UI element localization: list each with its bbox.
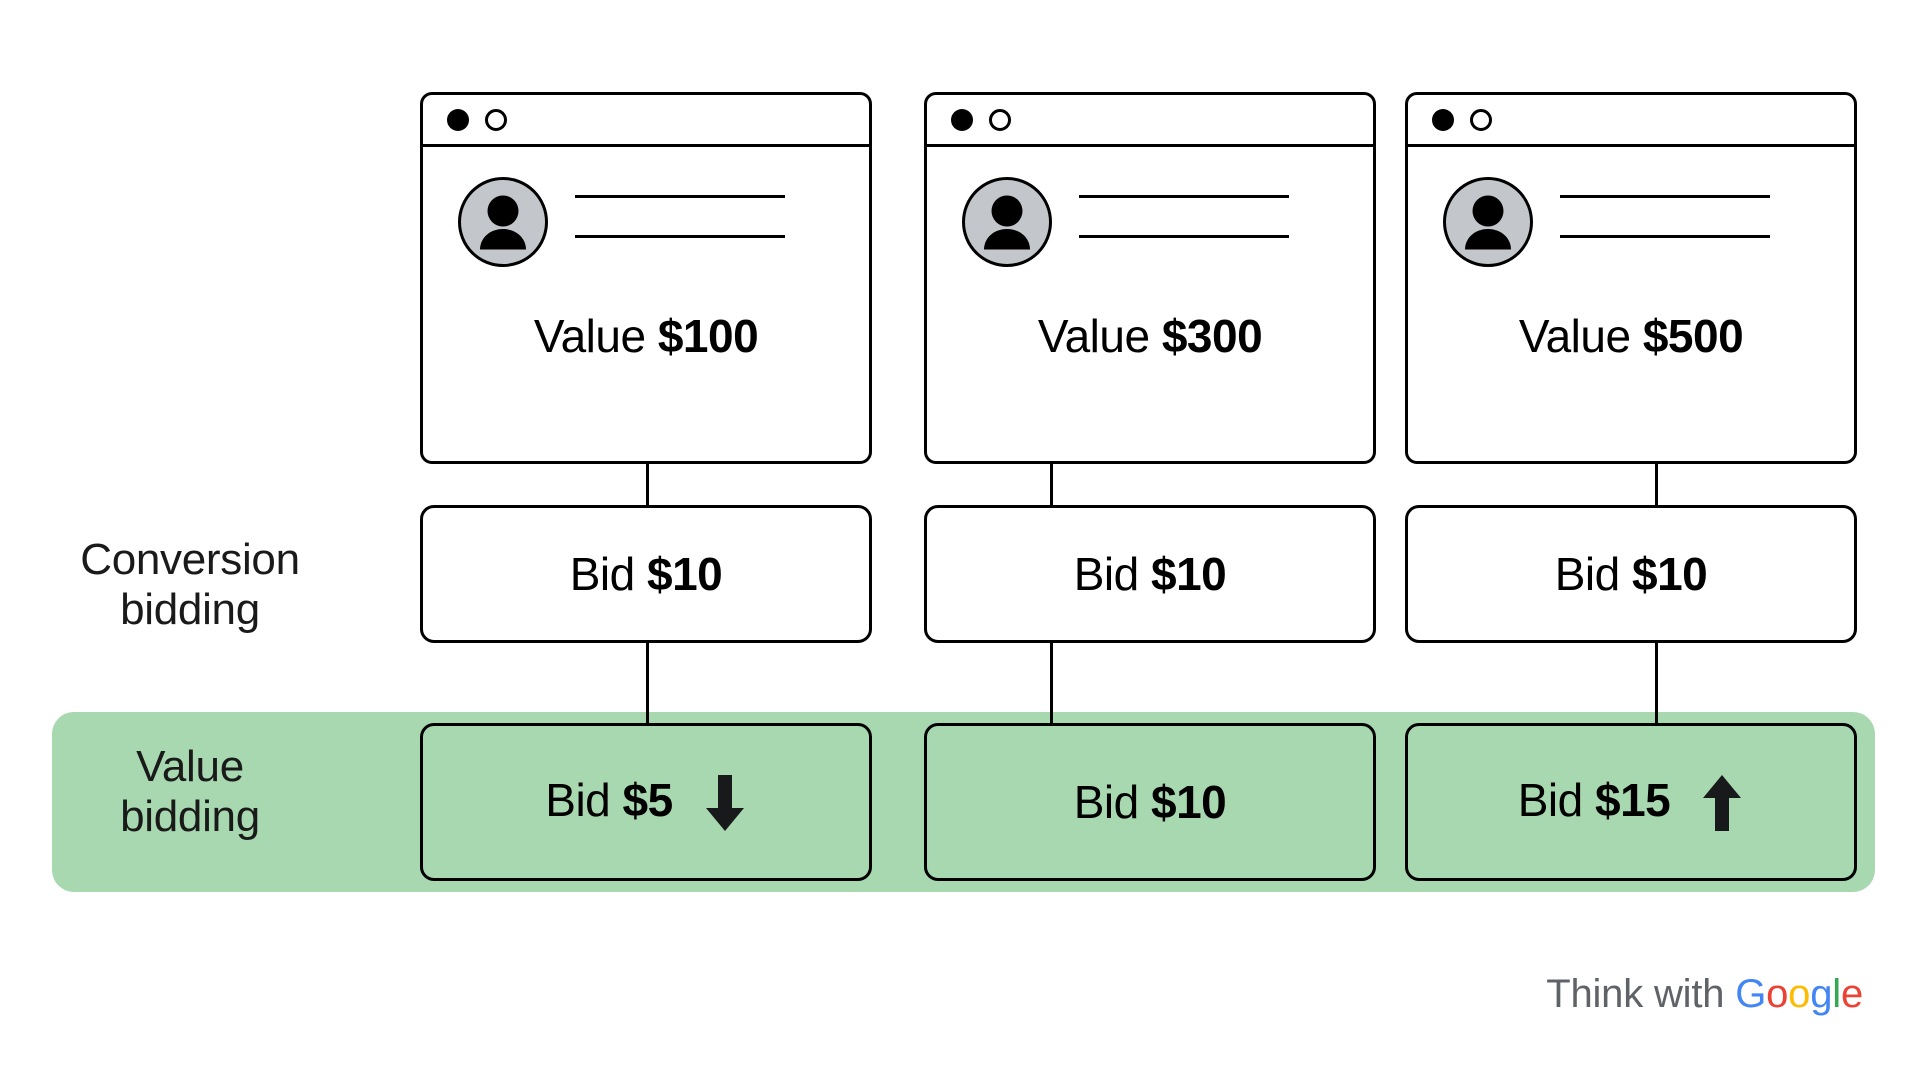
arrow-up-icon xyxy=(1700,775,1744,831)
google-letter-o1: o xyxy=(1766,972,1788,1016)
browser-titlebar-1 xyxy=(423,95,869,147)
browser-body-1: Value $100 xyxy=(423,147,869,461)
customer-card-3: Value $500 xyxy=(1405,92,1857,464)
row-label-value-bidding: Value bidding xyxy=(20,742,360,842)
window-dot-filled-icon xyxy=(1432,109,1454,131)
card-value-prefix: Value xyxy=(1519,310,1643,362)
value-bid-label-3: Bid $15 xyxy=(1518,773,1745,832)
window-dot-filled-icon xyxy=(951,109,973,131)
window-dot-hollow-icon xyxy=(1470,109,1492,131)
bid-amount: $10 xyxy=(1151,776,1226,828)
placeholder-text-lines-1 xyxy=(575,195,785,238)
bid-amount: $15 xyxy=(1595,774,1670,826)
connector-card-to-conversion-bid-1 xyxy=(646,462,649,508)
value-bid-label-1: Bid $5 xyxy=(545,773,746,832)
placeholder-line xyxy=(575,195,785,198)
bid-prefix: Bid xyxy=(1074,548,1151,600)
conversion-bid-box-3: Bid $10 xyxy=(1405,505,1857,643)
bid-prefix: Bid xyxy=(570,548,647,600)
user-avatar-icon xyxy=(962,177,1052,267)
card-value-label-3: Value $500 xyxy=(1408,309,1854,363)
window-dot-filled-icon xyxy=(447,109,469,131)
placeholder-line xyxy=(575,235,785,238)
connector-card-to-conversion-bid-3 xyxy=(1655,462,1658,508)
google-letter-l: l xyxy=(1832,972,1841,1016)
window-dot-hollow-icon xyxy=(989,109,1011,131)
browser-body-3: Value $500 xyxy=(1408,147,1854,461)
placeholder-line xyxy=(1079,235,1289,238)
google-letter-g1: G xyxy=(1735,972,1766,1016)
window-dot-hollow-icon xyxy=(485,109,507,131)
placeholder-line xyxy=(1079,195,1289,198)
card-value-prefix: Value xyxy=(534,310,658,362)
bid-amount: $5 xyxy=(623,774,673,826)
connector-conversion-to-value-bid-3 xyxy=(1655,641,1658,727)
diagram-canvas: Conversion bidding Value bidding Value $… xyxy=(0,0,1921,1072)
connector-conversion-to-value-bid-2 xyxy=(1050,641,1053,727)
conversion-bid-label-3: Bid $10 xyxy=(1555,547,1708,601)
browser-titlebar-3 xyxy=(1408,95,1854,147)
browser-titlebar-2 xyxy=(927,95,1373,147)
bid-amount: $10 xyxy=(1632,548,1707,600)
connector-card-to-conversion-bid-2 xyxy=(1050,462,1053,508)
connector-conversion-to-value-bid-1 xyxy=(646,641,649,727)
logo-prefix-text: Think with xyxy=(1546,972,1735,1016)
placeholder-line xyxy=(1560,235,1770,238)
card-value-label-2: Value $300 xyxy=(927,309,1373,363)
card-value-prefix: Value xyxy=(1038,310,1162,362)
google-wordmark: Google xyxy=(1735,972,1863,1016)
card-value-amount: $500 xyxy=(1643,310,1743,362)
conversion-bid-label-2: Bid $10 xyxy=(1074,547,1227,601)
placeholder-text-lines-2 xyxy=(1079,195,1289,238)
google-letter-o2: o xyxy=(1788,972,1810,1016)
value-bid-box-3: Bid $15 xyxy=(1405,723,1857,881)
value-bid-label-2: Bid $10 xyxy=(1074,775,1227,829)
user-avatar-icon xyxy=(458,177,548,267)
placeholder-line xyxy=(1560,195,1770,198)
think-with-google-logo: Think with Google xyxy=(1546,972,1863,1017)
value-bid-box-2: Bid $10 xyxy=(924,723,1376,881)
conversion-bid-label-1: Bid $10 xyxy=(570,547,723,601)
bid-prefix: Bid xyxy=(1518,774,1595,826)
card-value-label-1: Value $100 xyxy=(423,309,869,363)
bid-prefix: Bid xyxy=(545,774,622,826)
conversion-bid-box-1: Bid $10 xyxy=(420,505,872,643)
bid-amount: $10 xyxy=(647,548,722,600)
conversion-bid-box-2: Bid $10 xyxy=(924,505,1376,643)
placeholder-text-lines-3 xyxy=(1560,195,1770,238)
bid-prefix: Bid xyxy=(1555,548,1632,600)
browser-body-2: Value $300 xyxy=(927,147,1373,461)
customer-card-2: Value $300 xyxy=(924,92,1376,464)
row-label-conversion-bidding: Conversion bidding xyxy=(20,535,360,635)
user-avatar-icon xyxy=(1443,177,1533,267)
bid-prefix: Bid xyxy=(1074,776,1151,828)
arrow-down-icon xyxy=(703,775,747,831)
google-letter-e: e xyxy=(1841,972,1863,1016)
card-value-amount: $300 xyxy=(1162,310,1262,362)
customer-card-1: Value $100 xyxy=(420,92,872,464)
google-letter-g2: g xyxy=(1810,972,1832,1016)
card-value-amount: $100 xyxy=(658,310,758,362)
value-bid-box-1: Bid $5 xyxy=(420,723,872,881)
bid-amount: $10 xyxy=(1151,548,1226,600)
